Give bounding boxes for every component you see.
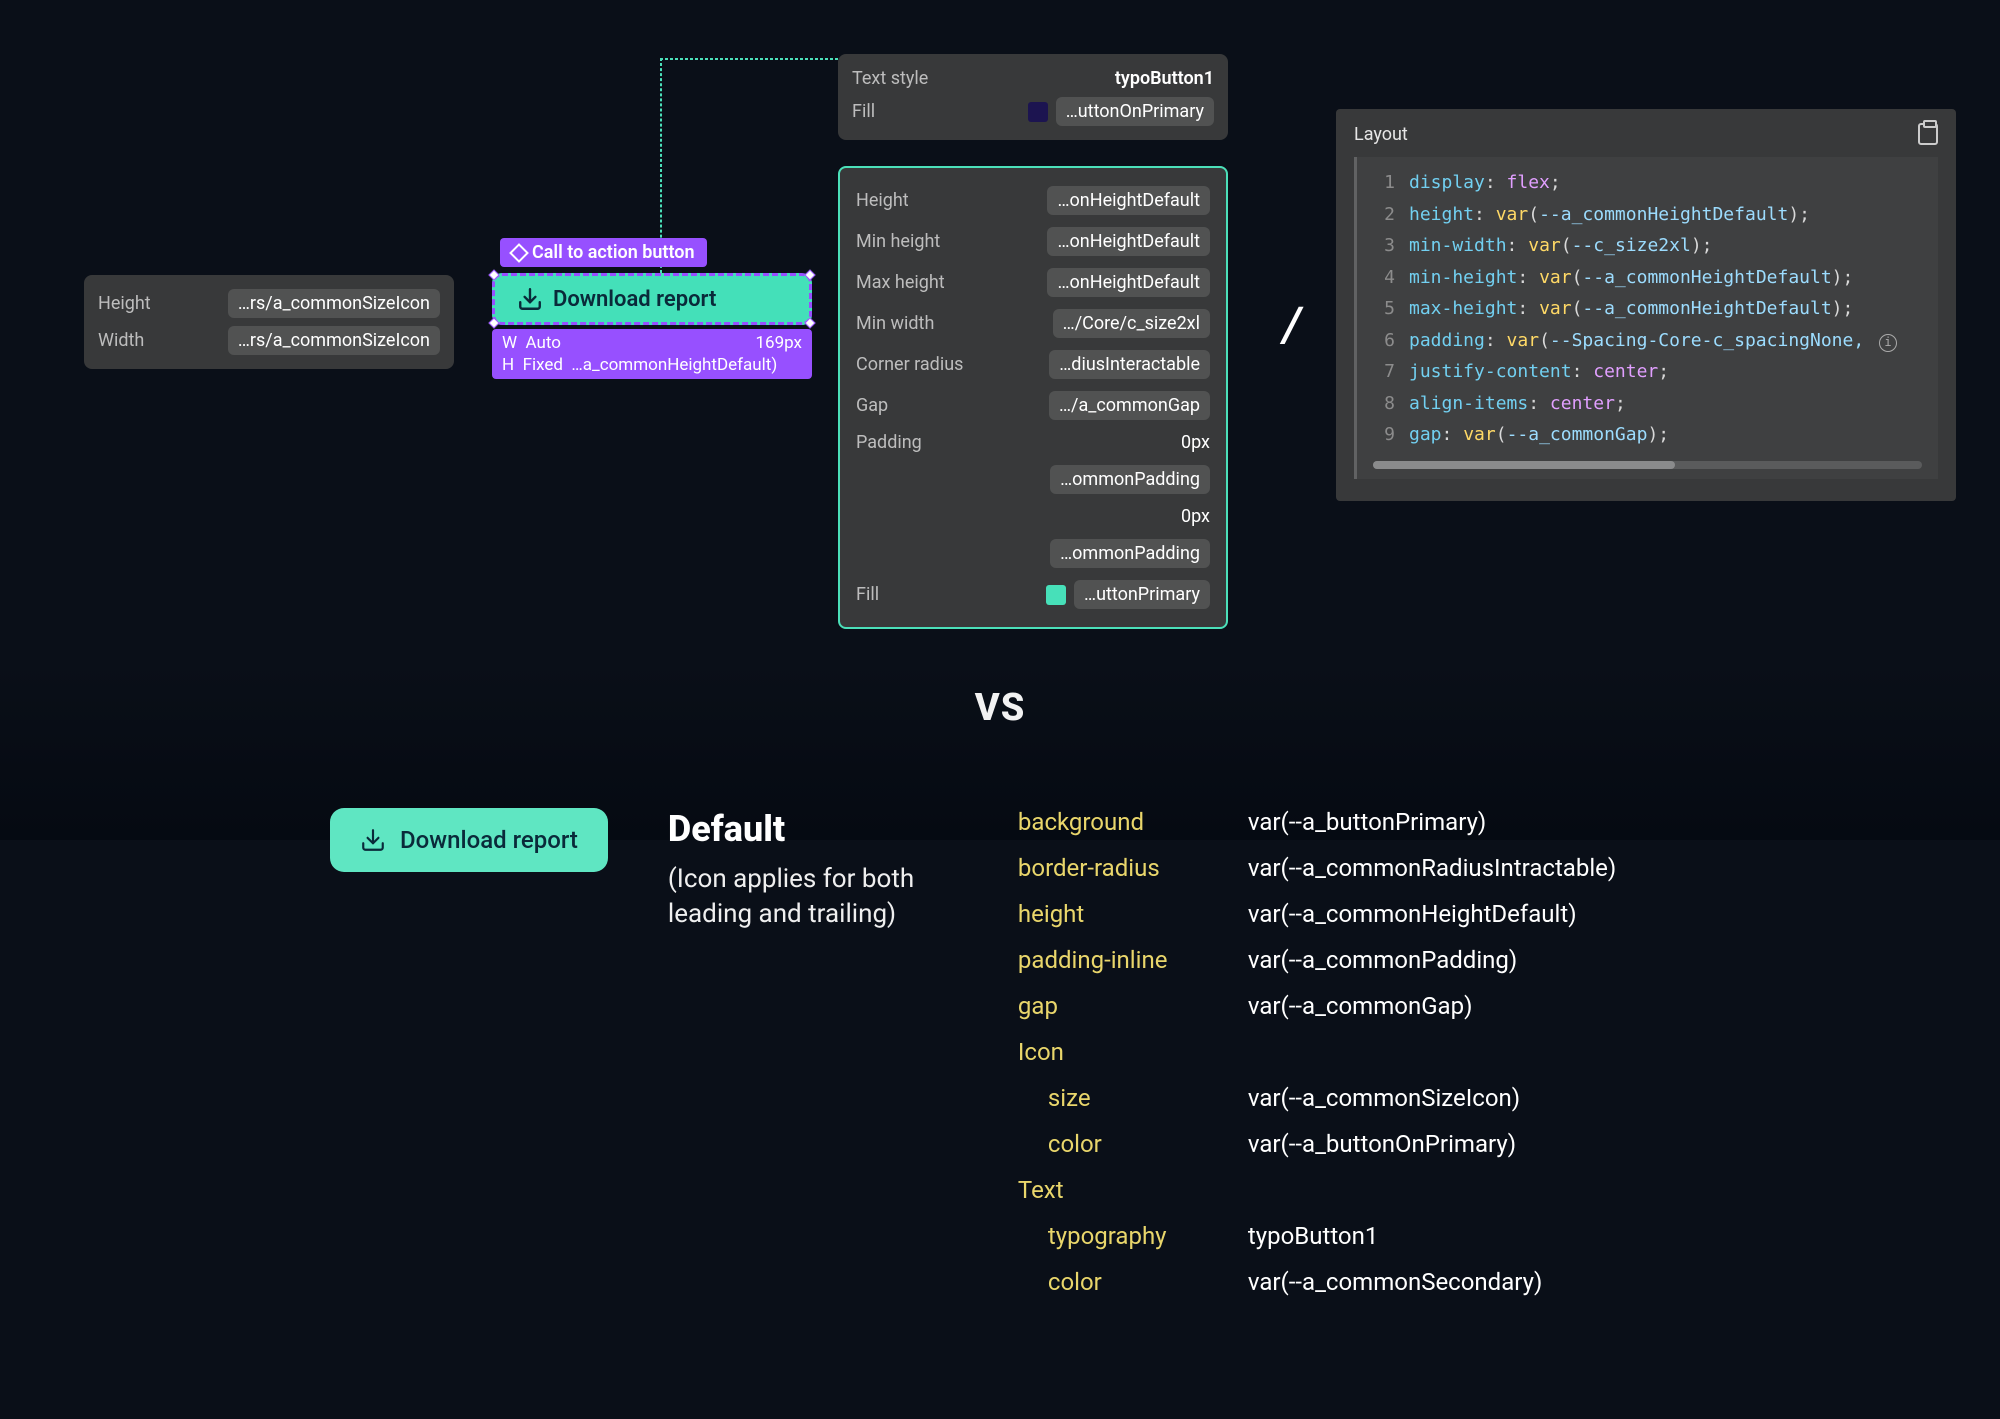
- download-button-preview[interactable]: Download report: [492, 273, 812, 325]
- token-chip[interactable]: …ommonPadding: [1050, 539, 1210, 568]
- component-badge[interactable]: Call to action button: [500, 238, 707, 267]
- token-chip[interactable]: …rs/a_commonSizeIcon: [228, 289, 440, 318]
- default-description: Default (Icon applies for both leading a…: [668, 808, 958, 1296]
- token-chip[interactable]: …onHeightDefault: [1047, 268, 1210, 297]
- prop-label: Height: [98, 293, 151, 314]
- token-chip[interactable]: …/a_commonGap: [1049, 391, 1210, 420]
- connector-line: [660, 58, 838, 60]
- prop-label: Fill: [852, 101, 875, 122]
- figma-selected-node: Call to action button Download report W …: [492, 238, 812, 379]
- horizontal-scrollbar[interactable]: [1373, 461, 1922, 469]
- token-table: backgroundvar(--a_buttonPrimary) border-…: [1018, 808, 1616, 1296]
- prop-row-height: Height …rs/a_commonSizeIcon: [98, 285, 440, 322]
- info-icon[interactable]: i: [1879, 334, 1897, 352]
- layout-props-panel: Height…onHeightDefault Min height…onHeig…: [838, 166, 1228, 629]
- token-chip[interactable]: …onHeightDefault: [1047, 186, 1210, 215]
- button-label: Download report: [400, 826, 578, 854]
- default-note: (Icon applies for both leading and trail…: [668, 862, 958, 932]
- bottom-comparison: Download report Default (Icon applies fo…: [330, 808, 1740, 1296]
- code-panel: Layout 1display: flex; 2height: var(--a_…: [1336, 109, 1956, 501]
- token-chip[interactable]: …uttonPrimary: [1074, 580, 1210, 609]
- text-style-panel: Text style typoButton1 Fill …uttonOnPrim…: [838, 54, 1228, 140]
- clipboard-icon[interactable]: [1918, 123, 1938, 145]
- token-chip[interactable]: …uttonOnPrimary: [1056, 97, 1214, 126]
- code-panel-title: Layout: [1354, 124, 1408, 145]
- slash-separator: /: [1283, 296, 1301, 353]
- prop-label: Text style: [852, 68, 928, 89]
- component-icon: [509, 243, 529, 263]
- prop-row-text-style: Text style typoButton1: [852, 64, 1214, 93]
- padding-value: 0px: [1181, 506, 1210, 527]
- token-chip[interactable]: …rs/a_commonSizeIcon: [228, 326, 440, 355]
- token-chip[interactable]: …onHeightDefault: [1047, 227, 1210, 256]
- download-button-clean[interactable]: Download report: [330, 808, 608, 872]
- component-name: Call to action button: [532, 242, 695, 263]
- code-body[interactable]: 1display: flex; 2height: var(--a_commonH…: [1354, 157, 1938, 479]
- text-style-value[interactable]: typoButton1: [1115, 68, 1214, 89]
- token-chip[interactable]: …diusInteractable: [1049, 350, 1210, 379]
- default-title: Default: [668, 808, 958, 850]
- prop-row-width: Width …rs/a_commonSizeIcon: [98, 322, 440, 359]
- download-icon: [360, 827, 386, 853]
- color-swatch[interactable]: [1046, 585, 1066, 605]
- button-label: Download report: [553, 287, 716, 312]
- size-readout: W Auto 169px H Fixed …a_commonHeightDefa…: [492, 329, 812, 379]
- color-swatch[interactable]: [1028, 102, 1048, 122]
- padding-value: 0px: [1181, 432, 1210, 453]
- download-icon: [517, 286, 543, 312]
- token-chip[interactable]: …/Core/c_size2xl: [1053, 309, 1210, 338]
- icon-size-panel: Height …rs/a_commonSizeIcon Width …rs/a_…: [84, 275, 454, 369]
- prop-row-fill: Fill …uttonOnPrimary: [852, 93, 1214, 130]
- vs-separator: VS: [975, 686, 1026, 730]
- clean-button-col: Download report: [330, 808, 608, 1296]
- prop-label: Width: [98, 330, 144, 351]
- token-chip[interactable]: …ommonPadding: [1050, 465, 1210, 494]
